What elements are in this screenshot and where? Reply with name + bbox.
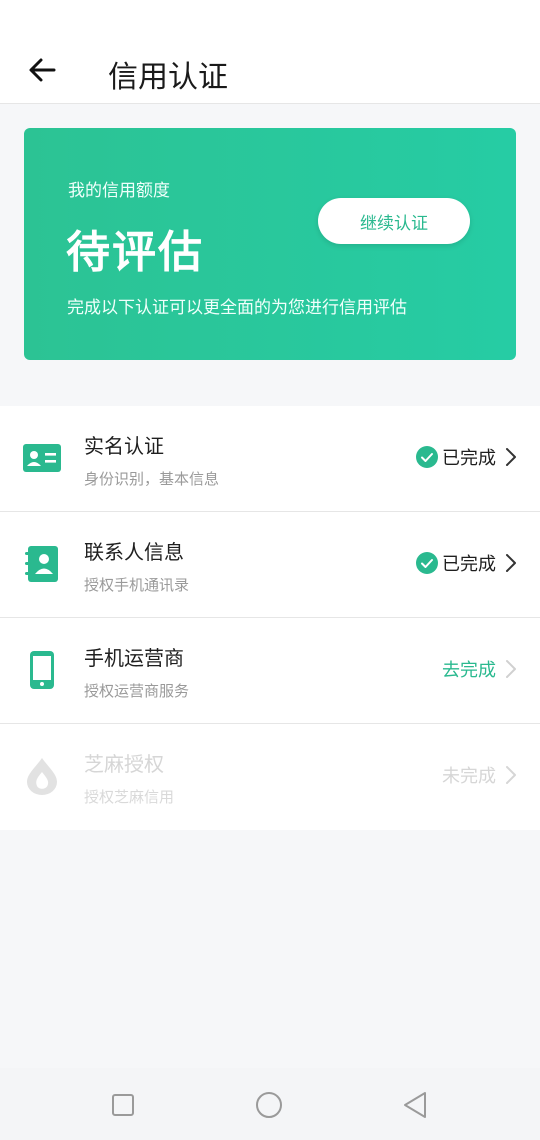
app-header: 信用认证 [0,0,540,104]
chevron-right-icon [506,766,516,784]
credit-status: 待评估 [66,227,204,278]
status-text: 去完成 [442,660,496,681]
check-circle-icon [416,552,438,574]
chevron-right-icon [506,448,516,466]
credit-limit-label: 我的信用额度 [68,181,170,201]
list-item-carrier[interactable]: 手机运营商 授权运营商服务 去完成 [0,618,540,724]
list-item-subtitle: 授权手机通讯录 [84,576,190,594]
list-item-status: 未完成 [442,762,518,788]
list-item-subtitle: 授权芝麻信用 [84,788,175,806]
credit-description: 完成以下认证可以更全面的为您进行信用评估 [67,298,407,318]
page-title: 信用认证 [108,60,228,95]
status-text: 未完成 [442,766,496,787]
credit-card-panel: 我的信用额度 待评估 完成以下认证可以更全面的为您进行信用评估 继续认证 [24,128,516,360]
list-item-subtitle: 授权运营商服务 [84,682,190,700]
list-item-real-name[interactable]: 实名认证 身份识别，基本信息 已完成 [0,406,540,512]
list-item-status: 去完成 [442,656,518,682]
home-icon[interactable] [254,1090,284,1120]
back-arrow-icon[interactable] [26,54,58,86]
id-card-icon [22,438,62,478]
list-item-title: 联系人信息 [84,540,184,564]
sesame-drop-icon [22,756,62,796]
contacts-book-icon [22,544,62,584]
verification-list: 实名认证 身份识别，基本信息 已完成 联系人信息 授权手机通讯录 已完成 手机运… [0,406,540,830]
list-item-subtitle: 身份识别，基本信息 [84,470,220,488]
list-item-contacts[interactable]: 联系人信息 授权手机通讯录 已完成 [0,512,540,618]
chevron-right-icon [506,554,516,572]
check-circle-icon [416,446,438,468]
list-item-status: 已完成 [416,444,518,470]
back-icon[interactable] [400,1090,430,1120]
list-item-title: 手机运营商 [84,646,184,670]
list-item-status: 已完成 [416,550,518,576]
list-item-title: 芝麻授权 [84,752,164,776]
recent-apps-icon[interactable] [108,1090,138,1120]
system-nav-bar [0,1068,540,1140]
status-text: 已完成 [442,554,496,575]
continue-verify-button[interactable]: 继续认证 [318,198,470,244]
mobile-phone-icon [22,650,62,690]
status-text: 已完成 [442,448,496,469]
list-item-title: 实名认证 [84,434,164,458]
chevron-right-icon [506,660,516,678]
list-item-sesame[interactable]: 芝麻授权 授权芝麻信用 未完成 [0,724,540,830]
